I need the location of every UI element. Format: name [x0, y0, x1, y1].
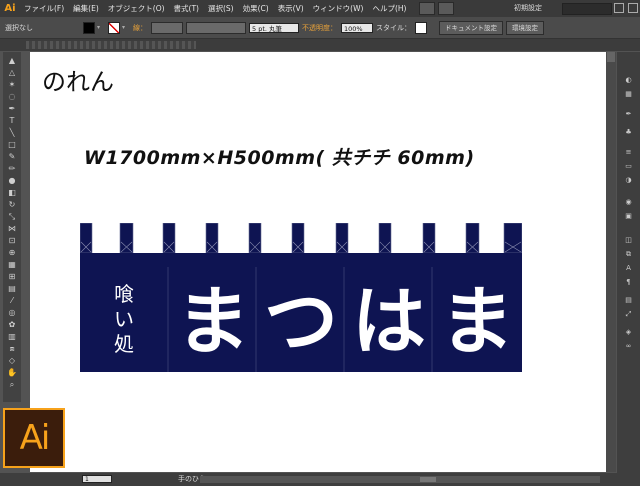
graphic-styles-panel-icon[interactable]: ▣ — [623, 212, 634, 220]
character-panel-icon[interactable]: A — [623, 264, 634, 272]
zoom-tool-icon[interactable]: ⌕ — [7, 380, 17, 389]
tools-panel: ▲ △ ✶ ◌ ✒ T ╲ □ ✎ ✏ ● ◧ ↻ ⤡ ⋈ ⊡ ⊕ ▦ ⊞ ▤ … — [3, 52, 21, 402]
noren-banner[interactable]: 喰 い 処 ま つ は ま — [80, 223, 522, 372]
direct-selection-tool-icon[interactable]: △ — [7, 68, 17, 77]
menu-bar: Ai ファイル(F) 編集(E) オブジェクト(O) 書式(T) 選択(S) 効… — [0, 0, 640, 17]
bridge-button[interactable] — [419, 2, 436, 15]
artwork-size-spec: W1700mm×H500mm( 共チチ 60mm) — [84, 147, 475, 169]
eyedropper-tool-icon[interactable]: ⁄ — [7, 296, 17, 305]
artboards-panel-icon[interactable]: ⧉ — [623, 250, 634, 258]
shape-builder-tool-icon[interactable]: ⊕ — [7, 248, 17, 257]
illustrator-logo: Ai — [3, 408, 65, 468]
lasso-tool-icon[interactable]: ◌ — [7, 92, 17, 101]
stroke-label[interactable]: 線： — [133, 23, 147, 33]
banner-large-char-4: ま — [440, 279, 514, 365]
artboard-tool-icon[interactable]: ⧈ — [7, 344, 17, 353]
eraser-tool-icon[interactable]: ◧ — [7, 188, 17, 197]
banner-large-char-2: つ — [264, 279, 338, 365]
stroke-swatch[interactable] — [108, 21, 120, 34]
variable-width-profile[interactable] — [186, 21, 246, 34]
gradient-panel-icon[interactable]: ▭ — [623, 162, 634, 170]
perspective-grid-tool-icon[interactable]: ▦ — [7, 260, 17, 269]
graphic-style-swatch[interactable] — [415, 21, 427, 34]
banner-large-char-3: は — [352, 279, 426, 365]
stroke-dropdown-icon[interactable]: ▾ — [122, 24, 128, 32]
app-logo: Ai — [4, 2, 16, 14]
blend-tool-icon[interactable]: ◎ — [7, 308, 17, 317]
blob-brush-tool-icon[interactable]: ● — [7, 176, 17, 185]
artwork-title: のれん — [42, 68, 114, 96]
panel-dock: ◐ ▦ ✒ ♣ ≡ ▭ ◑ ◉ ▣ ◫ ⧉ A ¶ ▤ ⤢ ◈ ∞ — [617, 52, 640, 476]
search-input[interactable] — [562, 3, 612, 15]
banner-loops — [80, 223, 522, 254]
align-panel-icon[interactable]: ▤ — [623, 296, 634, 304]
style-label: スタイル： — [376, 23, 411, 32]
paintbrush-tool-icon[interactable]: ✎ — [7, 152, 17, 161]
minimize-icon[interactable] — [614, 3, 624, 13]
arrange-documents-button[interactable] — [438, 2, 455, 15]
workspace-switcher[interactable]: 初期設定 — [514, 2, 542, 14]
menu-select[interactable]: 選択(S) — [208, 3, 234, 14]
menu-effect[interactable]: 効果(C) — [243, 3, 269, 14]
scroll-thumb[interactable] — [607, 52, 615, 62]
menu-type[interactable]: 書式(T) — [174, 3, 199, 14]
document-tab[interactable] — [26, 41, 196, 49]
document-setup-button[interactable]: ドキュメント設定 — [439, 20, 503, 35]
banner-large-char-1: ま — [176, 279, 250, 365]
rotate-tool-icon[interactable]: ↻ — [7, 200, 17, 209]
swatches-panel-icon[interactable]: ▦ — [623, 90, 634, 98]
banner-small-char-1: 喰 — [114, 282, 134, 306]
pathfinder-panel-icon[interactable]: ◈ — [623, 328, 634, 336]
transparency-panel-icon[interactable]: ◑ — [623, 176, 634, 184]
symbols-panel-icon[interactable]: ♣ — [623, 128, 634, 136]
fill-swatch[interactable] — [83, 21, 95, 34]
pen-tool-icon[interactable]: ✒ — [7, 104, 17, 113]
vertical-scrollbar[interactable] — [606, 52, 616, 472]
opacity-label[interactable]: 不透明度： — [302, 23, 337, 33]
horizontal-scroll-thumb[interactable] — [420, 477, 436, 482]
slice-tool-icon[interactable]: ◇ — [7, 356, 17, 365]
width-tool-icon[interactable]: ⋈ — [7, 224, 17, 233]
selection-tool-icon[interactable]: ▲ — [7, 56, 17, 65]
menu-window[interactable]: ウィンドウ(W) — [313, 3, 364, 14]
free-transform-tool-icon[interactable]: ⊡ — [7, 236, 17, 245]
banner-small-char-2: い — [114, 307, 134, 331]
stroke-weight-field[interactable] — [151, 21, 183, 34]
paragraph-panel-icon[interactable]: ¶ — [623, 278, 634, 286]
type-tool-icon[interactable]: T — [7, 116, 17, 125]
menu-view[interactable]: 表示(V) — [278, 3, 304, 14]
appearance-panel-icon[interactable]: ◉ — [623, 198, 634, 206]
symbol-sprayer-tool-icon[interactable]: ✿ — [7, 320, 17, 329]
rectangle-tool-icon[interactable]: □ — [7, 140, 17, 149]
menu-edit[interactable]: 編集(E) — [73, 3, 99, 14]
menu-file[interactable]: ファイル(F) — [24, 3, 64, 14]
gradient-tool-icon[interactable]: ▤ — [7, 284, 17, 293]
color-panel-icon[interactable]: ◐ — [623, 76, 634, 84]
artboard[interactable]: のれん W1700mm×H500mm( 共チチ 60mm) 喰 い 処 ま つ … — [30, 52, 606, 472]
fill-dropdown-icon[interactable]: ▾ — [97, 24, 103, 32]
selection-status: 選択なし — [5, 23, 33, 32]
magic-wand-tool-icon[interactable]: ✶ — [7, 80, 17, 89]
hand-tool-icon[interactable]: ✋ — [7, 368, 17, 377]
layers-panel-icon[interactable]: ◫ — [623, 236, 634, 244]
brushes-panel-icon[interactable]: ✒ — [623, 110, 634, 118]
line-tool-icon[interactable]: ╲ — [7, 128, 17, 137]
horizontal-scrollbar[interactable] — [200, 476, 600, 483]
opacity-field[interactable]: 100% — [341, 22, 373, 33]
mesh-tool-icon[interactable]: ⊞ — [7, 272, 17, 281]
brush-definition-dropdown[interactable]: 5 pt. 丸筆 — [249, 22, 299, 33]
banner-small-char-3: 処 — [114, 332, 134, 356]
menu-help[interactable]: ヘルプ(H) — [372, 3, 406, 14]
artboard-navigation-field[interactable]: 1 — [82, 475, 112, 483]
stroke-panel-icon[interactable]: ≡ — [623, 148, 634, 156]
preferences-button[interactable]: 環境設定 — [506, 20, 544, 35]
menu-object[interactable]: オブジェクト(O) — [108, 3, 165, 14]
column-graph-tool-icon[interactable]: ▥ — [7, 332, 17, 341]
links-panel-icon[interactable]: ∞ — [623, 342, 634, 350]
pencil-tool-icon[interactable]: ✏ — [7, 164, 17, 173]
close-icon[interactable] — [628, 3, 638, 13]
control-bar: 選択なし ▾ ▾ 線： 5 pt. 丸筆 不透明度： 100% スタイル： ドキ… — [0, 17, 640, 39]
scale-tool-icon[interactable]: ⤡ — [7, 212, 17, 221]
transform-panel-icon[interactable]: ⤢ — [623, 310, 634, 318]
